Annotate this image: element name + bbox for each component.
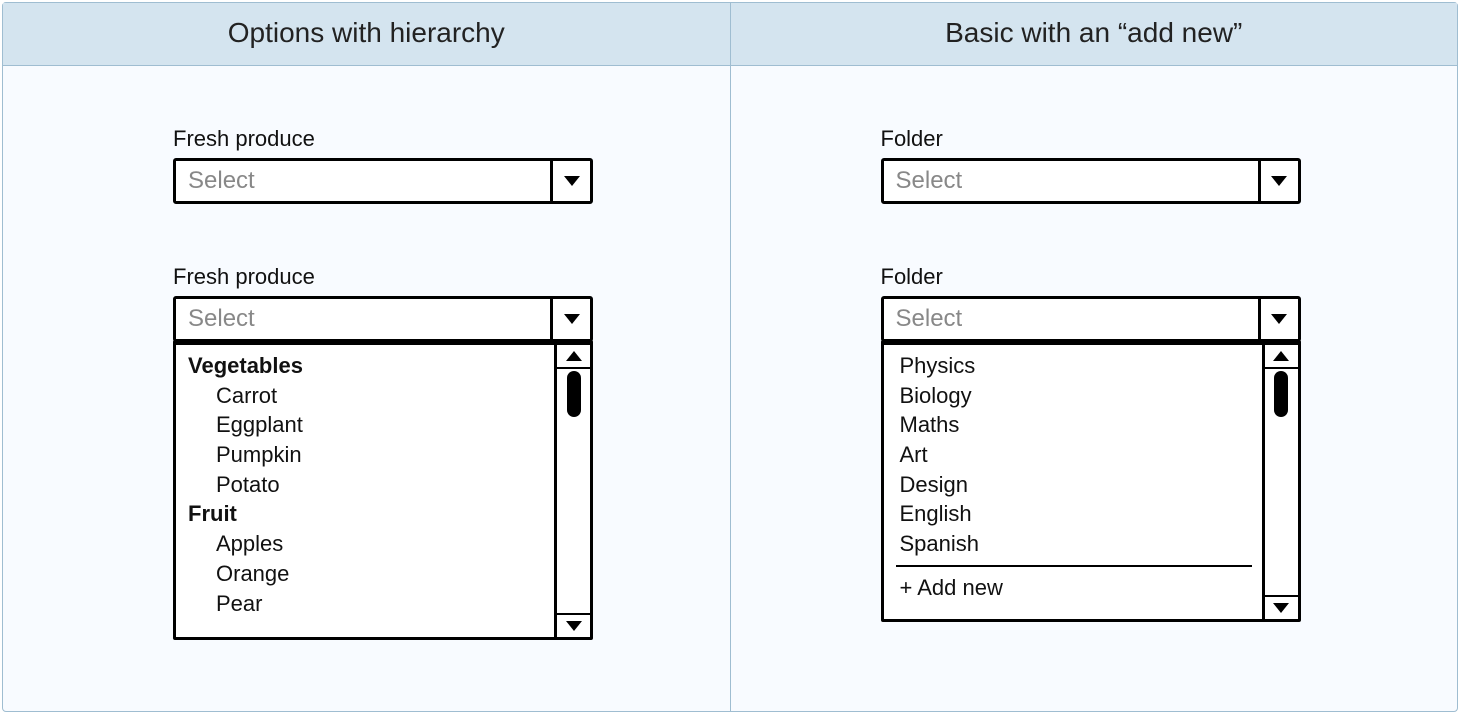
panel-add-new-title: Basic with an “add new” (731, 3, 1458, 66)
chevron-down-icon (564, 314, 580, 324)
option-carrot[interactable]: Carrot (188, 381, 544, 411)
label-fresh-produce-2: Fresh produce (173, 264, 593, 290)
scroll-down-button[interactable] (557, 613, 590, 637)
select-arrow[interactable] (1258, 161, 1298, 201)
option-english[interactable]: English (896, 499, 1252, 529)
panel-hierarchy: Options with hierarchy Fresh produce Sel… (3, 3, 731, 711)
select-placeholder: Select (176, 161, 550, 201)
chevron-up-icon (566, 351, 582, 361)
chevron-down-icon (564, 176, 580, 186)
option-orange[interactable]: Orange (188, 559, 544, 589)
select-fresh-produce-open[interactable]: Select (173, 296, 593, 342)
dropdown-list-flat: Physics Biology Maths Art Design English… (884, 345, 1262, 619)
scroll-thumb[interactable] (567, 371, 581, 417)
panel-hierarchy-title: Options with hierarchy (3, 3, 730, 66)
select-placeholder: Select (176, 299, 550, 339)
select-folder-open[interactable]: Select (881, 296, 1301, 342)
scroll-track[interactable] (1265, 369, 1298, 595)
option-physics[interactable]: Physics (896, 351, 1252, 381)
chevron-up-icon (1273, 351, 1289, 361)
dropdown-fresh-produce: Vegetables Carrot Eggplant Pumpkin Potat… (173, 340, 593, 640)
option-eggplant[interactable]: Eggplant (188, 410, 544, 440)
select-folder-closed[interactable]: Select (881, 158, 1301, 204)
scroll-track[interactable] (557, 369, 590, 613)
option-maths[interactable]: Maths (896, 410, 1252, 440)
select-arrow[interactable] (1258, 299, 1298, 339)
chevron-down-icon (1271, 176, 1287, 186)
scrollbar[interactable] (554, 345, 590, 637)
dropdown-list-hierarchy: Vegetables Carrot Eggplant Pumpkin Potat… (176, 345, 554, 637)
option-apples[interactable]: Apples (188, 529, 544, 559)
scroll-up-button[interactable] (557, 345, 590, 369)
scroll-thumb[interactable] (1274, 371, 1288, 417)
option-add-new[interactable]: + Add new (896, 565, 1252, 603)
field-fresh-produce-closed: Fresh produce Select (173, 126, 593, 204)
select-arrow[interactable] (550, 161, 590, 201)
optgroup-fruit: Fruit (188, 499, 544, 529)
option-potato[interactable]: Potato (188, 470, 544, 500)
chevron-down-icon (566, 621, 582, 631)
select-fresh-produce-closed[interactable]: Select (173, 158, 593, 204)
select-placeholder: Select (884, 299, 1258, 339)
option-spanish[interactable]: Spanish (896, 529, 1252, 559)
option-biology[interactable]: Biology (896, 381, 1252, 411)
field-folder-closed: Folder Select (881, 126, 1301, 204)
scroll-up-button[interactable] (1265, 345, 1298, 369)
label-folder-1: Folder (881, 126, 1301, 152)
scrollbar[interactable] (1262, 345, 1298, 619)
field-fresh-produce-open: Fresh produce Select Vegetables Carrot E… (173, 264, 593, 640)
chevron-down-icon (1271, 314, 1287, 324)
label-folder-2: Folder (881, 264, 1301, 290)
scroll-down-button[interactable] (1265, 595, 1298, 619)
optgroup-vegetables: Vegetables (188, 351, 544, 381)
option-art[interactable]: Art (896, 440, 1252, 470)
select-arrow[interactable] (550, 299, 590, 339)
dropdown-folder: Physics Biology Maths Art Design English… (881, 340, 1301, 622)
option-pumpkin[interactable]: Pumpkin (188, 440, 544, 470)
panel-add-new: Basic with an “add new” Folder Select Fo… (731, 3, 1458, 711)
field-folder-open: Folder Select Physics Biology Maths Art … (881, 264, 1301, 622)
option-design[interactable]: Design (896, 470, 1252, 500)
label-fresh-produce-1: Fresh produce (173, 126, 593, 152)
select-placeholder: Select (884, 161, 1258, 201)
chevron-down-icon (1273, 603, 1289, 613)
option-pear[interactable]: Pear (188, 589, 544, 619)
